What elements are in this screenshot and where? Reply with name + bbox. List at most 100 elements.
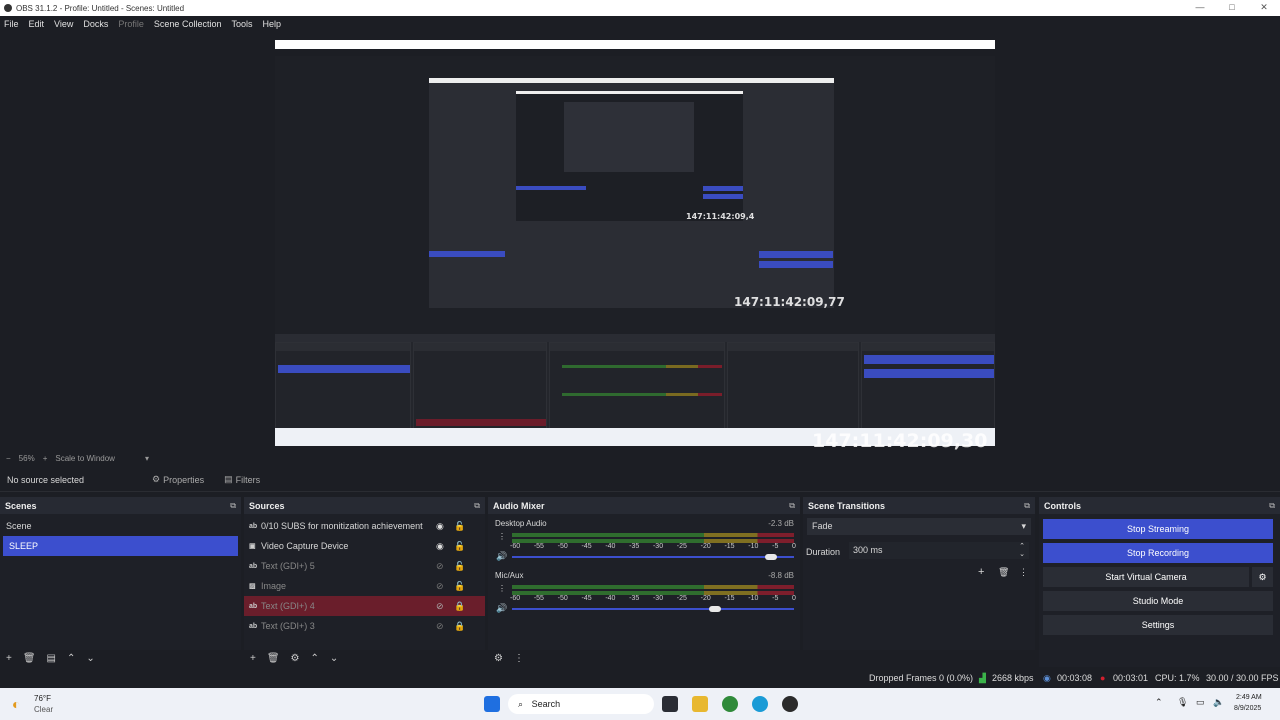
dock-undock-icon[interactable]: ⧉ — [1269, 501, 1275, 511]
spinner-icon[interactable]: ⌃ ⌄ — [1019, 543, 1025, 559]
weather-desc[interactable]: Clear — [34, 705, 53, 714]
moon-icon[interactable]: ◐ — [12, 696, 20, 712]
add-icon[interactable]: + — [6, 653, 12, 664]
menu-help[interactable]: Help — [262, 19, 281, 29]
clock-date[interactable]: 8/9/2025 — [1234, 705, 1261, 712]
audio-mixer-dock: Audio Mixer ⧉ Desktop Audio -2.3 dB ⋮ -6… — [488, 497, 800, 667]
task-view-icon[interactable] — [662, 696, 678, 712]
move-down-icon[interactable]: ⌄ — [330, 653, 338, 664]
lock-icon[interactable]: 🔒 — [454, 621, 465, 632]
eye-hidden-icon[interactable]: ⊘ — [436, 621, 444, 632]
network-icon[interactable]: ▭ — [1196, 697, 1205, 708]
eye-icon[interactable]: ◉ — [436, 541, 444, 552]
menu-profile[interactable]: Profile — [118, 19, 144, 29]
volume-slider-handle[interactable] — [709, 606, 722, 612]
volume-slider-handle[interactable] — [765, 554, 778, 560]
windows-start-icon[interactable] — [484, 696, 500, 712]
channel-name: Desktop Audio — [495, 519, 547, 528]
menu-docks[interactable]: Docks — [83, 19, 108, 29]
nested-band — [516, 186, 586, 190]
scene-transitions-body: Fade ▾ Duration 300 ms ⌃ ⌄ + 🗑 ⋮ — [803, 514, 1035, 650]
app-icon[interactable] — [722, 696, 738, 712]
source-item[interactable]: ab 0/10 SUBS for monitization achievemen… — [244, 516, 485, 536]
kebab-icon[interactable]: ⋮ — [1019, 567, 1028, 578]
eye-hidden-icon[interactable]: ⊘ — [436, 581, 444, 592]
camera-icon: ▣ — [249, 543, 256, 550]
lock-icon[interactable]: 🔒 — [454, 601, 465, 612]
edge-icon[interactable] — [752, 696, 768, 712]
trash-icon[interactable]: 🗑 — [267, 653, 280, 664]
properties-button[interactable]: ⚙ Properties — [152, 474, 204, 485]
move-up-icon[interactable]: ⌃ — [311, 653, 319, 664]
unlock-icon[interactable]: 🔓 — [454, 541, 465, 552]
source-item[interactable]: ▨ Image ⊘ 🔓 — [244, 576, 485, 596]
duration-input[interactable]: 300 ms ⌃ ⌄ — [849, 542, 1029, 559]
kebab-icon[interactable]: ⋮ — [498, 532, 506, 541]
scale-mode[interactable]: Scale to Window — [55, 454, 115, 463]
eye-icon[interactable]: ◉ — [436, 521, 444, 532]
clock-time[interactable]: 2:49 AM — [1236, 694, 1262, 701]
zoom-in-icon[interactable]: + — [43, 454, 48, 463]
dock-undock-icon[interactable]: ⧉ — [789, 501, 795, 511]
speaker-icon[interactable]: 🔊 — [496, 603, 507, 614]
transition-select[interactable]: Fade ▾ — [807, 518, 1031, 535]
obs-icon[interactable] — [782, 696, 798, 712]
stop-streaming-button[interactable]: Stop Streaming — [1043, 519, 1273, 539]
source-item[interactable]: ▣ Video Capture Device ◉ 🔓 — [244, 536, 485, 556]
volume-slider[interactable] — [512, 556, 794, 558]
kebab-icon[interactable]: ⋮ — [498, 584, 506, 593]
chevron-down-icon[interactable]: ▾ — [145, 454, 149, 463]
menu-edit[interactable]: Edit — [29, 19, 45, 29]
volume-slider[interactable] — [512, 608, 794, 610]
kebab-icon[interactable]: ⋮ — [514, 653, 524, 664]
file-explorer-icon[interactable] — [692, 696, 708, 712]
filters-button[interactable]: ▤ Filters — [224, 474, 260, 485]
close-icon[interactable]: ✕ — [1248, 0, 1280, 16]
weather-temp[interactable]: 76°F — [34, 694, 51, 703]
scene-item-scene[interactable]: Scene — [0, 516, 241, 536]
minimize-icon[interactable]: — — [1184, 0, 1216, 16]
unlock-icon[interactable]: 🔓 — [454, 521, 465, 532]
volume-icon[interactable]: 🔈 — [1213, 697, 1224, 708]
move-down-icon[interactable]: ⌄ — [86, 653, 94, 664]
mic-icon[interactable]: 🎙 — [1177, 697, 1188, 708]
settings-button[interactable]: Settings — [1043, 615, 1273, 635]
scene-item-sleep[interactable]: SLEEP — [3, 536, 238, 556]
trash-icon[interactable]: 🗑 — [998, 567, 1009, 578]
studio-mode-button[interactable]: Studio Mode — [1043, 591, 1273, 611]
unlock-icon[interactable]: 🔓 — [454, 581, 465, 592]
nested-dock-sources — [413, 342, 547, 438]
window-titlebar: OBS 31.1.2 - Profile: Untitled - Scenes:… — [0, 0, 1280, 16]
dock-undock-icon[interactable]: ⧉ — [474, 501, 480, 511]
add-icon[interactable]: + — [250, 653, 256, 664]
unlock-icon[interactable]: 🔓 — [454, 561, 465, 572]
duration-value: 300 ms — [853, 545, 883, 555]
zoom-out-icon[interactable]: − — [6, 454, 11, 463]
gear-icon[interactable]: ⚙ — [291, 653, 300, 664]
eye-hidden-icon[interactable]: ⊘ — [436, 561, 444, 572]
menu-scene-collection[interactable]: Scene Collection — [154, 19, 222, 29]
dock-undock-icon[interactable]: ⧉ — [230, 501, 236, 511]
stop-recording-button[interactable]: Stop Recording — [1043, 543, 1273, 563]
tray-chevron-icon[interactable]: ⌃ — [1155, 697, 1163, 708]
advanced-audio-icon[interactable]: ⚙ — [494, 653, 503, 664]
source-item[interactable]: ab Text (GDI+) 3 ⊘ 🔒 — [244, 616, 485, 636]
add-icon[interactable]: + — [978, 566, 984, 578]
tick-label: -45 — [581, 595, 592, 602]
virtual-camera-settings-button[interactable]: ⚙ — [1252, 567, 1273, 587]
trash-icon[interactable]: 🗑 — [23, 653, 36, 664]
menu-file[interactable]: File — [4, 19, 19, 29]
speaker-icon[interactable]: 🔊 — [496, 551, 507, 562]
menu-view[interactable]: View — [54, 19, 73, 29]
move-up-icon[interactable]: ⌃ — [67, 653, 75, 664]
eye-hidden-icon[interactable]: ⊘ — [436, 601, 444, 612]
source-item[interactable]: ab Text (GDI+) 5 ⊘ 🔓 — [244, 556, 485, 576]
maximize-icon[interactable]: □ — [1216, 0, 1248, 16]
nested-dock-controls — [861, 342, 995, 438]
dock-undock-icon[interactable]: ⧉ — [1024, 501, 1030, 511]
taskbar-search[interactable]: ⌕ Search — [508, 694, 654, 714]
filter-icon[interactable]: ▤ — [47, 653, 56, 664]
source-item[interactable]: ab Text (GDI+) 4 ⊘ 🔒 — [244, 596, 485, 616]
start-virtual-camera-button[interactable]: Start Virtual Camera — [1043, 567, 1249, 587]
menu-tools[interactable]: Tools — [231, 19, 252, 29]
